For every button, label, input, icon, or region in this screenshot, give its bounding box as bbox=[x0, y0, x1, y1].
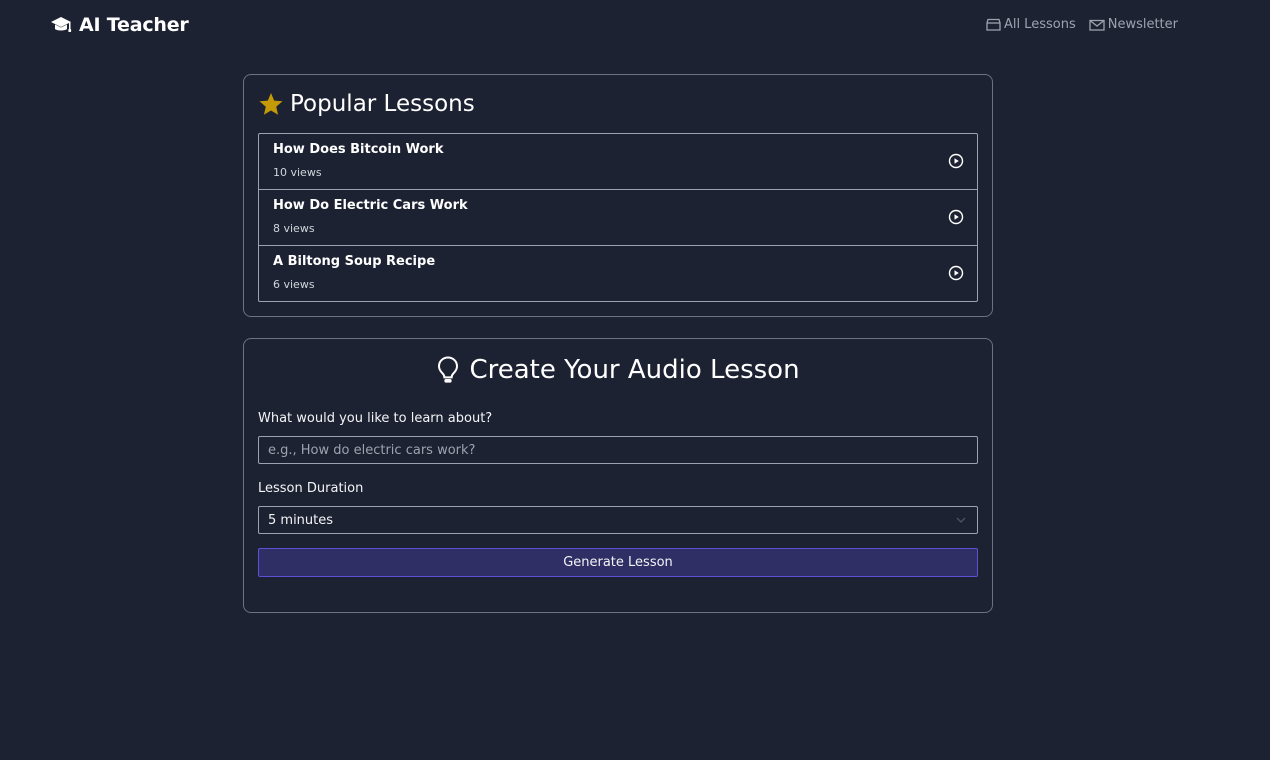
graduation-cap-icon bbox=[50, 15, 72, 35]
archive-icon bbox=[986, 18, 1001, 31]
topic-input[interactable] bbox=[258, 436, 978, 464]
popular-lessons-heading: Popular Lessons bbox=[258, 91, 475, 117]
play-circle-icon[interactable] bbox=[948, 153, 964, 169]
nav-newsletter[interactable]: Newsletter bbox=[1089, 17, 1178, 32]
play-circle-icon[interactable] bbox=[948, 265, 964, 281]
create-lesson-card: Create Your Audio Lesson What would you … bbox=[243, 338, 993, 613]
top-navigation: All Lessons Newsletter bbox=[986, 17, 1178, 32]
lesson-title: How Does Bitcoin Work bbox=[273, 142, 444, 157]
generate-lesson-button[interactable]: Generate Lesson bbox=[258, 548, 978, 577]
lesson-views: 10 views bbox=[273, 166, 322, 179]
popular-lessons-card: Popular Lessons How Does Bitcoin Work 10… bbox=[243, 74, 993, 317]
play-circle-icon[interactable] bbox=[948, 209, 964, 225]
lesson-title: A Biltong Soup Recipe bbox=[273, 254, 436, 269]
brand-logo[interactable]: AI Teacher bbox=[50, 14, 189, 36]
top-bar: AI Teacher All Lessons Newsletter bbox=[0, 0, 1270, 54]
duration-selected-value: 5 minutes bbox=[268, 513, 334, 528]
topic-label: What would you like to learn about? bbox=[258, 411, 493, 426]
lesson-title: How Do Electric Cars Work bbox=[273, 198, 468, 213]
nav-all-lessons[interactable]: All Lessons bbox=[986, 17, 1076, 32]
duration-label: Lesson Duration bbox=[258, 481, 364, 496]
lesson-item-bitcoin[interactable]: How Does Bitcoin Work 10 views bbox=[259, 134, 977, 190]
lesson-views: 6 views bbox=[273, 278, 315, 291]
lesson-item-electric-cars[interactable]: How Do Electric Cars Work 8 views bbox=[259, 190, 977, 246]
popular-lessons-title: Popular Lessons bbox=[290, 91, 475, 117]
create-lesson-title: Create Your Audio Lesson bbox=[469, 355, 800, 385]
star-icon bbox=[258, 92, 284, 116]
lesson-views: 8 views bbox=[273, 222, 315, 235]
lightbulb-icon bbox=[436, 355, 460, 385]
duration-select[interactable]: 5 minutes bbox=[258, 506, 978, 534]
brand-name: AI Teacher bbox=[79, 14, 189, 36]
chevron-down-icon bbox=[956, 517, 966, 524]
create-lesson-heading: Create Your Audio Lesson bbox=[244, 355, 992, 385]
nav-all-lessons-label: All Lessons bbox=[1003, 17, 1076, 32]
nav-newsletter-label: Newsletter bbox=[1107, 17, 1178, 32]
popular-lessons-list: How Does Bitcoin Work 10 views How Do El… bbox=[258, 133, 978, 302]
envelope-icon bbox=[1089, 19, 1105, 31]
lesson-item-biltong-soup[interactable]: A Biltong Soup Recipe 6 views bbox=[259, 246, 977, 301]
